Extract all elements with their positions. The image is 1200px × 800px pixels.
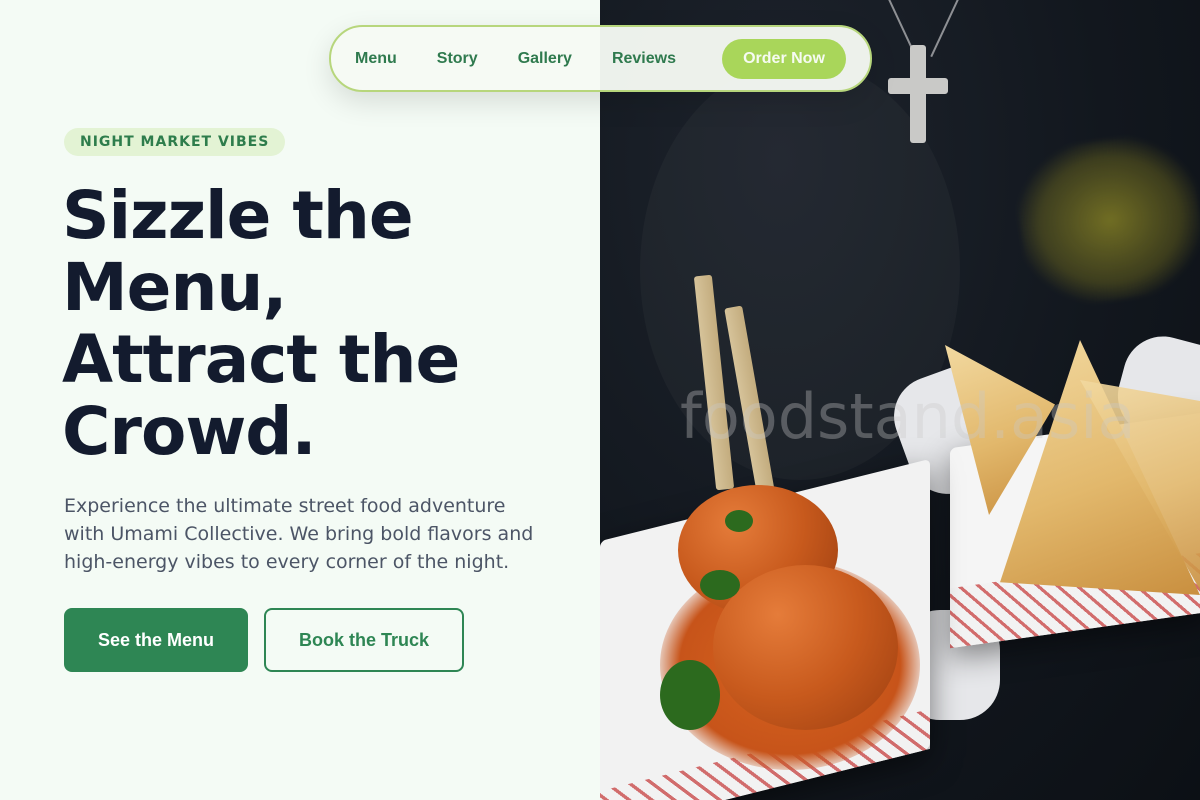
book-the-truck-button[interactable]: Book the Truck xyxy=(264,608,464,672)
nav-link-reviews[interactable]: Reviews xyxy=(612,50,676,68)
main-navigation: Menu Story Gallery Reviews Order Now xyxy=(329,25,872,92)
hero-photo: foodstand.asia xyxy=(600,0,1200,800)
nav-link-gallery[interactable]: Gallery xyxy=(518,50,572,68)
order-now-button[interactable]: Order Now xyxy=(722,39,846,79)
photo-watermark: foodstand.asia xyxy=(680,380,1136,453)
nav-link-story[interactable]: Story xyxy=(437,50,478,68)
headline-line: Attract the xyxy=(62,321,460,398)
herb-garnish xyxy=(700,570,740,600)
headline-line: Sizzle the xyxy=(62,177,414,254)
hero-badge: NIGHT MARKET VIBES xyxy=(64,128,286,156)
meatball xyxy=(713,565,898,730)
hero-subtitle: Experience the ultimate street food adve… xyxy=(64,495,534,573)
herb-garnish xyxy=(660,660,720,730)
cross-pendant-bar xyxy=(888,78,948,94)
necklace-chain xyxy=(930,0,962,58)
cross-pendant-icon xyxy=(910,45,926,143)
shirt-logo-print xyxy=(1009,128,1200,312)
headline-line: Crowd. xyxy=(62,393,317,470)
headline-line: Menu, xyxy=(62,249,288,326)
hero-headline: Sizzle the Menu, Attract the Crowd. xyxy=(62,180,582,468)
nav-link-menu[interactable]: Menu xyxy=(355,50,397,68)
see-the-menu-button[interactable]: See the Menu xyxy=(64,608,248,672)
herb-garnish xyxy=(725,510,753,532)
